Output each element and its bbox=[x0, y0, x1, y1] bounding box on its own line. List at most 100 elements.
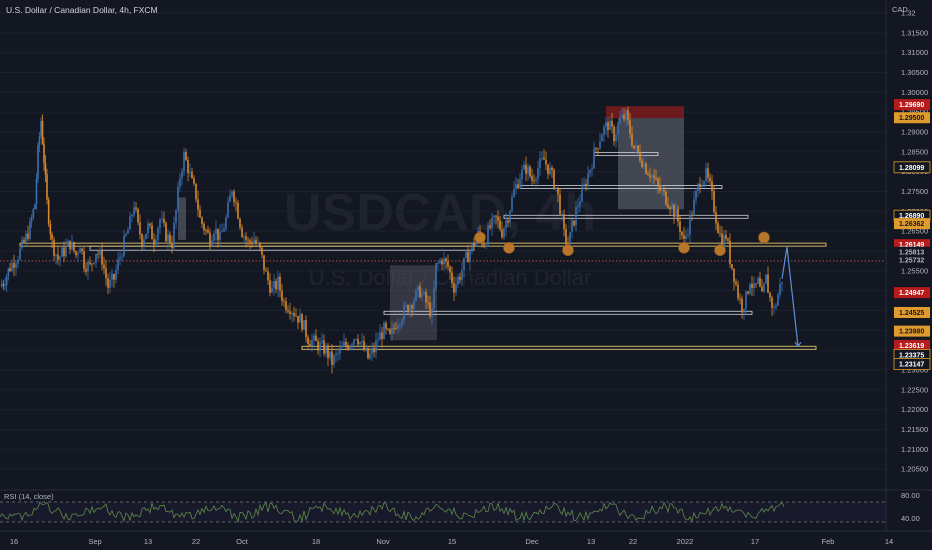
candle-body bbox=[331, 351, 333, 365]
candle-body bbox=[131, 214, 133, 217]
candle-body bbox=[765, 274, 767, 284]
candle-body bbox=[637, 145, 639, 152]
price-tick-label: 1.22000 bbox=[901, 405, 928, 414]
candle-body bbox=[40, 120, 42, 137]
candle-body bbox=[571, 220, 573, 232]
candle-body bbox=[443, 258, 445, 265]
candle-body bbox=[165, 223, 167, 242]
candle-body bbox=[145, 233, 147, 239]
candle-body bbox=[11, 262, 13, 271]
candle-body bbox=[485, 244, 487, 247]
pivot-marker[interactable] bbox=[562, 244, 574, 257]
pivot-marker[interactable] bbox=[714, 244, 726, 257]
candle-body bbox=[46, 174, 48, 200]
pivot-marker[interactable] bbox=[503, 242, 515, 254]
candle-body bbox=[711, 181, 713, 191]
candle-body bbox=[271, 287, 273, 293]
candle-body bbox=[21, 239, 23, 249]
candle-body bbox=[185, 152, 187, 161]
candle-body bbox=[777, 294, 779, 306]
candle-body bbox=[509, 211, 511, 223]
candle-body bbox=[531, 176, 533, 181]
candle-body bbox=[587, 173, 589, 187]
candle-body bbox=[555, 187, 557, 189]
candle-body bbox=[97, 253, 99, 255]
candle-body bbox=[239, 218, 241, 228]
candle-body bbox=[337, 353, 339, 355]
candle-body bbox=[411, 305, 413, 309]
candle-body bbox=[519, 179, 521, 189]
drawing-box[interactable] bbox=[606, 106, 684, 119]
candle-body bbox=[379, 332, 381, 340]
chart-container[interactable]: USDCAD, 4h U.S. Dollar / Canadian Dollar… bbox=[0, 0, 932, 550]
candle-body bbox=[293, 312, 295, 316]
drawing-box[interactable] bbox=[178, 197, 186, 240]
candle-body bbox=[327, 345, 329, 358]
candle-body bbox=[13, 262, 15, 268]
candle-body bbox=[233, 191, 235, 203]
price-tick-label: 1.30500 bbox=[901, 68, 928, 77]
candle-body bbox=[673, 204, 675, 217]
candle-body bbox=[661, 189, 663, 191]
pivot-marker[interactable] bbox=[474, 231, 486, 244]
price-chart[interactable]: USDCAD, 4h U.S. Dollar / Canadian Dollar… bbox=[0, 0, 932, 550]
candle-body bbox=[733, 268, 735, 282]
candle-body bbox=[781, 282, 783, 285]
time-tick-label: Feb bbox=[822, 537, 835, 546]
candle-body bbox=[17, 259, 19, 264]
candle-body bbox=[607, 122, 609, 131]
candle-body bbox=[7, 268, 10, 277]
candle-body bbox=[315, 335, 317, 342]
candle-body bbox=[599, 141, 601, 149]
candle-body bbox=[167, 234, 169, 242]
candle-body bbox=[725, 235, 727, 239]
candle-body bbox=[473, 243, 475, 247]
pivot-marker[interactable] bbox=[758, 231, 770, 244]
candle-body bbox=[677, 208, 679, 222]
candle-body bbox=[77, 253, 79, 256]
candle-body bbox=[399, 324, 401, 326]
candle-body bbox=[551, 167, 553, 170]
candle-body bbox=[99, 250, 101, 255]
candle-body bbox=[349, 346, 351, 349]
candle-body bbox=[685, 235, 687, 239]
candle-body bbox=[741, 298, 743, 313]
candle-body bbox=[317, 341, 319, 351]
candle-body bbox=[683, 235, 685, 239]
candle-body bbox=[255, 239, 257, 244]
candle-body bbox=[303, 320, 305, 330]
drawing-box[interactable] bbox=[618, 118, 684, 210]
candle-body bbox=[43, 143, 45, 164]
pivot-marker[interactable] bbox=[678, 242, 690, 254]
candle-body bbox=[339, 347, 341, 354]
candle-body bbox=[645, 163, 647, 174]
candle-body bbox=[35, 178, 38, 205]
candle-body bbox=[103, 264, 105, 269]
candle-body bbox=[623, 114, 625, 120]
candle-body bbox=[109, 279, 111, 288]
candle-body bbox=[649, 175, 651, 178]
candle-body bbox=[325, 345, 327, 354]
candle-body bbox=[261, 247, 263, 256]
candle-body bbox=[199, 209, 201, 218]
candle-body bbox=[467, 251, 469, 263]
candle-body bbox=[333, 355, 335, 365]
candle-body bbox=[57, 254, 59, 260]
rsi-label: RSI (14, close) bbox=[4, 492, 54, 501]
candle-body bbox=[231, 191, 233, 196]
candle-body bbox=[101, 250, 103, 265]
candle-body bbox=[651, 175, 653, 178]
candle-body bbox=[755, 283, 757, 285]
candle-body bbox=[407, 305, 409, 313]
candle-body bbox=[743, 308, 745, 313]
candle-body bbox=[541, 157, 543, 159]
candle-body bbox=[403, 305, 405, 321]
candle-body bbox=[371, 348, 373, 354]
candle-body bbox=[267, 271, 269, 281]
candle-body bbox=[619, 117, 621, 124]
price-tag-label: 1.23980 bbox=[899, 329, 924, 336]
candle-body bbox=[75, 251, 77, 256]
candle-body bbox=[583, 183, 585, 187]
candle-body bbox=[593, 148, 595, 169]
candle-body bbox=[141, 234, 143, 246]
